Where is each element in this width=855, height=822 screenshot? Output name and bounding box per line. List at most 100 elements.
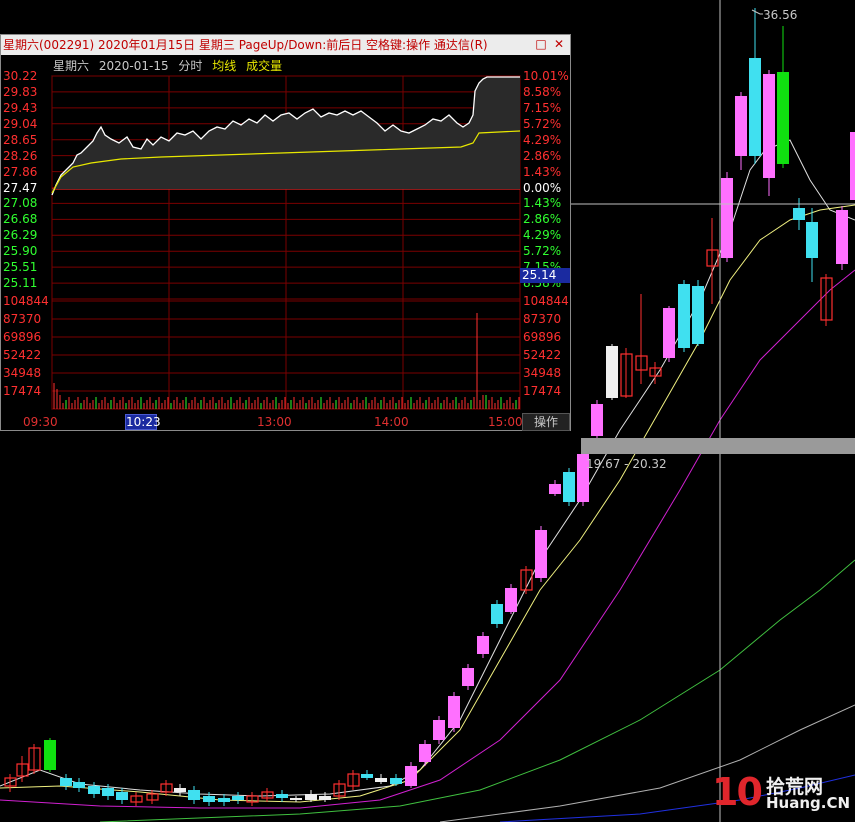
candle-body xyxy=(405,766,417,786)
volume-axis-label-right: 104844 xyxy=(523,294,569,308)
candle-body xyxy=(763,74,775,178)
price-axis-label: 25.90 xyxy=(3,244,38,259)
candle-body xyxy=(188,790,200,800)
candle-body xyxy=(777,72,789,164)
volume-axis-label-right: 87370 xyxy=(523,312,562,326)
candle-body xyxy=(102,788,114,796)
candle-body xyxy=(60,778,72,786)
time-axis-label: 13:00 xyxy=(257,415,292,429)
percent-axis-label: 2.86% xyxy=(523,212,562,227)
price-axis-label: 30.22 xyxy=(3,69,38,83)
candle-body xyxy=(692,286,704,344)
volume-axis-label: 69896 xyxy=(3,330,42,344)
logo-mark: 10 xyxy=(712,770,763,814)
volume-axis-label: 17474 xyxy=(3,384,42,398)
time-axis-label: 09:30 xyxy=(23,415,58,429)
candle-body xyxy=(591,404,603,436)
price-axis-label: 26.29 xyxy=(3,228,38,243)
candle-body xyxy=(462,668,474,686)
chart-mode: 分时 xyxy=(178,59,203,73)
crosshair-highlight-band xyxy=(581,438,855,454)
candle-body xyxy=(535,530,547,578)
percent-axis-label: 4.29% xyxy=(523,228,562,243)
price-axis-label: 25.51 xyxy=(3,260,38,275)
candle-body xyxy=(116,792,128,800)
volume-axis-label: 87370 xyxy=(3,312,42,326)
candle-body xyxy=(749,58,761,156)
candle-body xyxy=(218,798,230,802)
candle-body xyxy=(721,178,733,258)
intraday-popup-window[interactable]: 星期六(002291) 2020年01月15日 星期三 PageUp/Down:… xyxy=(0,34,571,431)
price-axis-label: 26.68 xyxy=(3,212,38,227)
candle-body xyxy=(276,794,288,798)
intraday-chart[interactable] xyxy=(1,35,570,430)
cursor-time-label: 10:23 xyxy=(125,414,161,430)
candle-body xyxy=(563,472,575,502)
candle-body xyxy=(491,604,503,624)
candle-body xyxy=(174,788,186,792)
candle-body xyxy=(305,794,317,800)
candle-body xyxy=(549,484,561,494)
price-axis-label: 29.43 xyxy=(3,100,38,115)
candle-body xyxy=(361,774,373,778)
percent-axis-label: 10.01% xyxy=(523,69,569,83)
candle-body xyxy=(806,222,818,258)
time-axis-label: 14:00 xyxy=(374,415,409,429)
volume-legend: 成交量 xyxy=(246,59,283,73)
stock-name: 星期六 xyxy=(53,59,90,73)
candle-body xyxy=(319,796,331,800)
current-price-label: 25.14 xyxy=(520,268,570,283)
candle-body xyxy=(88,786,100,794)
candle-body xyxy=(290,798,302,800)
price-axis-label: 27.47 xyxy=(3,180,38,195)
candle-body xyxy=(73,782,85,788)
volume-axis-label-right: 17474 xyxy=(523,384,562,398)
candle-body xyxy=(375,778,387,782)
volume-axis-label: 34948 xyxy=(3,366,42,380)
chart-date: 2020-01-15 xyxy=(98,59,169,73)
logo-en-text: Huang.CN xyxy=(766,794,851,812)
candle-body xyxy=(477,636,489,654)
volume-axis-label-right: 69896 xyxy=(523,330,562,344)
volume-axis-label-right: 52422 xyxy=(523,348,562,362)
volume-axis-label: 104844 xyxy=(3,294,49,308)
avg-line-legend: 均线 xyxy=(212,59,237,73)
candle-body xyxy=(448,696,460,728)
candle-body xyxy=(606,346,618,398)
candle-body xyxy=(678,284,690,348)
percent-axis-label: 7.15% xyxy=(523,100,562,115)
chart-info-bar: 星期六 2020-01-15 分时 均线 成交量 xyxy=(53,57,288,74)
price-axis-label: 29.83 xyxy=(3,84,38,99)
percent-axis-label: 5.72% xyxy=(523,116,562,131)
percent-axis-label: 1.43% xyxy=(523,196,562,211)
time-axis-label: 15:00 xyxy=(488,415,523,429)
percent-axis-label: 5.72% xyxy=(523,244,562,259)
price-axis-label: 29.04 xyxy=(3,116,38,131)
candle-body xyxy=(419,744,431,762)
volume-axis-label: 52422 xyxy=(3,348,42,362)
candle-body xyxy=(836,210,848,264)
site-logo: 10 拾荒网 Huang.CN xyxy=(712,770,852,818)
candle-body xyxy=(203,796,215,802)
candle-body xyxy=(44,740,56,770)
percent-axis-label: 2.86% xyxy=(523,148,562,163)
price-axis-label: 27.86 xyxy=(3,164,38,179)
price-range-label: 19.67 - 20.32 xyxy=(586,457,667,471)
price-axis-label: 27.08 xyxy=(3,196,38,211)
peak-marker xyxy=(751,9,763,15)
price-axis-label: 25.11 xyxy=(3,276,38,291)
percent-axis-label: 0.00% xyxy=(523,180,562,195)
percent-axis-label: 1.43% xyxy=(523,164,562,179)
operate-button[interactable]: 操作 xyxy=(522,413,570,431)
price-axis-label: 28.65 xyxy=(3,132,38,147)
percent-axis-label: 4.29% xyxy=(523,132,562,147)
candle-body xyxy=(505,588,517,612)
percent-axis-label: 8.58% xyxy=(523,84,562,99)
volume-axis-label-right: 34948 xyxy=(523,366,562,380)
candle-body xyxy=(735,96,747,156)
candle-body xyxy=(850,132,855,200)
candle-body xyxy=(793,208,805,220)
candle-body xyxy=(232,796,244,800)
peak-price-label: 36.56 xyxy=(763,8,798,22)
candle-body xyxy=(390,778,402,784)
